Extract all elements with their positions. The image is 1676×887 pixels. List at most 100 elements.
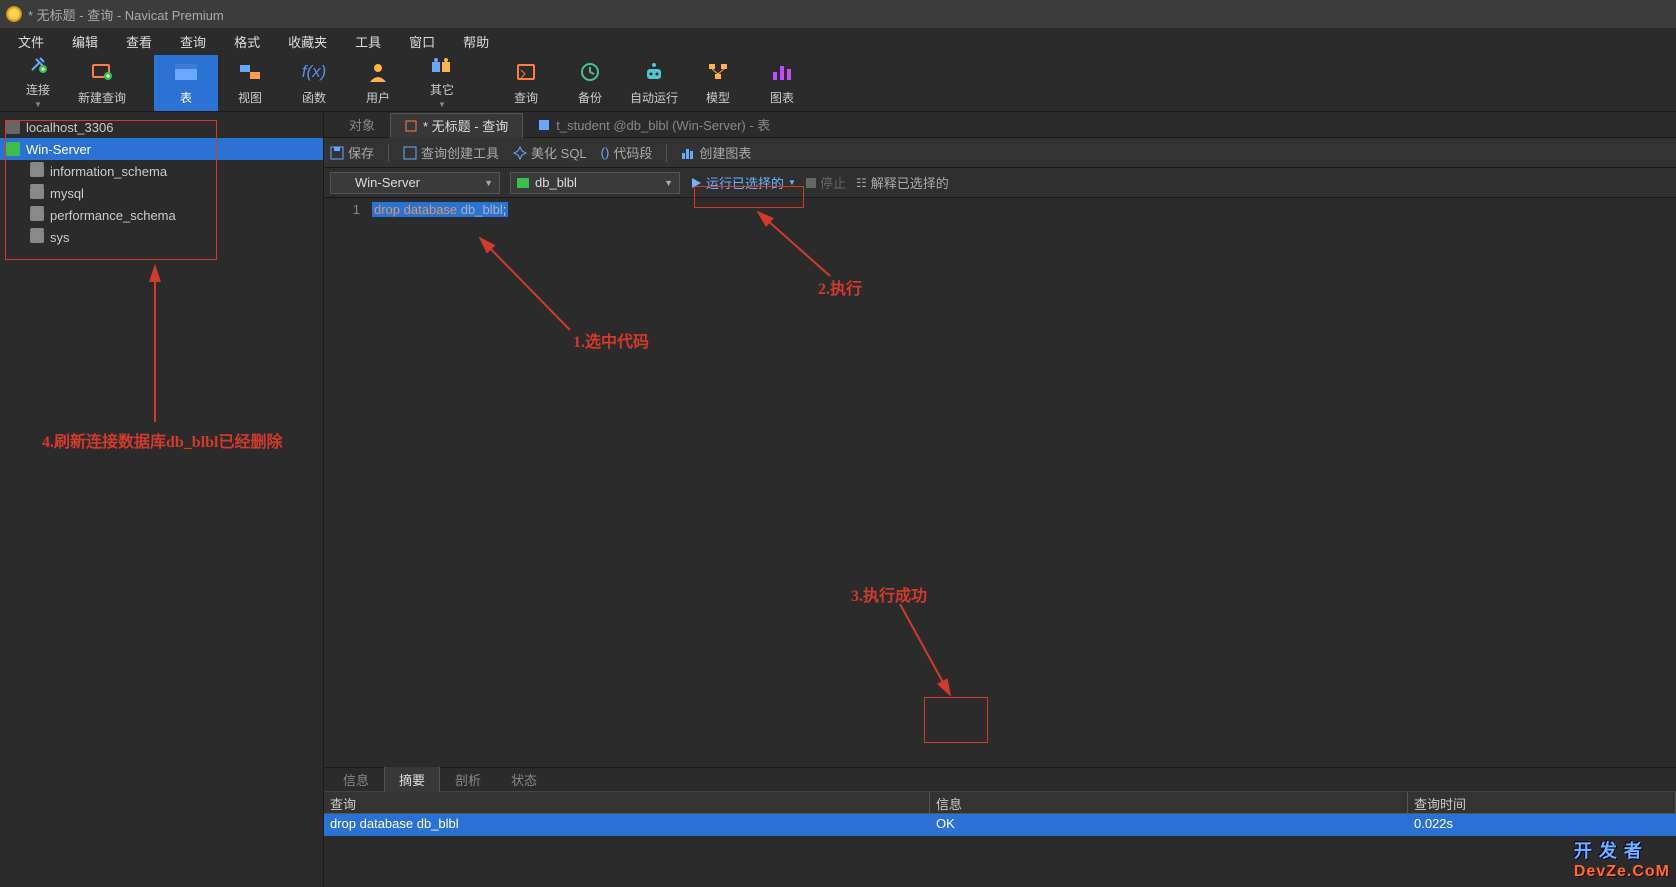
plug-icon (26, 55, 50, 77)
snippet-icon: () (601, 145, 610, 160)
menu-favorites[interactable]: 收藏夹 (274, 28, 341, 55)
new-query-icon (90, 59, 114, 85)
database-icon (30, 209, 44, 221)
connection-winserver[interactable]: Win-Server (0, 138, 323, 160)
model-icon (707, 59, 729, 85)
result-row[interactable]: drop database db_blbl OK 0.022s (324, 814, 1676, 836)
result-grid: 查询 信息 查询时间 drop database db_blbl OK 0.02… (324, 792, 1676, 887)
chart-icon (681, 146, 695, 160)
run-selected-button[interactable]: 运行已选择的 ▼ (690, 173, 796, 192)
cell-query: drop database db_blbl (324, 814, 930, 836)
explain-icon: ☷ (856, 176, 867, 190)
query-builder-button[interactable]: 查询创建工具 (403, 143, 499, 162)
line-gutter: 1 (324, 198, 368, 767)
result-tab-status[interactable]: 状态 (496, 766, 552, 793)
menu-edit[interactable]: 编辑 (58, 28, 112, 55)
menu-help[interactable]: 帮助 (449, 28, 503, 55)
toolbar-new-query[interactable]: 新建查询 (70, 55, 134, 111)
view-icon (238, 59, 262, 85)
col-info[interactable]: 信息 (930, 792, 1408, 813)
toolbar-query[interactable]: 查询 (494, 55, 558, 111)
connection-tree: localhost_3306 Win-Server information_sc… (0, 112, 324, 887)
toolbar-chart[interactable]: 图表 (750, 55, 814, 111)
save-icon (330, 146, 344, 160)
toolbar-function[interactable]: f(x)函数 (282, 55, 346, 111)
document-tabs: 对象 * 无标题 - 查询 t_student @db_blbl (Win-Se… (324, 112, 1676, 138)
main-content: localhost_3306 Win-Server information_sc… (0, 112, 1676, 887)
database-icon (30, 187, 44, 199)
table-tab-icon (538, 119, 550, 131)
query-toolbar: 保存 查询创建工具 美化 SQL ()代码段 创建图表 (324, 138, 1676, 168)
editor-pane: 对象 * 无标题 - 查询 t_student @db_blbl (Win-Se… (324, 112, 1676, 887)
connection-icon (337, 177, 349, 189)
menu-query[interactable]: 查询 (166, 28, 220, 55)
robot-icon (643, 59, 665, 85)
menu-bar: 文件 编辑 查看 查询 格式 收藏夹 工具 窗口 帮助 (0, 28, 1676, 54)
play-icon (690, 177, 702, 189)
tab-table[interactable]: t_student @db_blbl (Win-Server) - 表 (523, 112, 785, 137)
connection-localhost[interactable]: localhost_3306 (0, 116, 323, 138)
result-header: 查询 信息 查询时间 (324, 792, 1676, 814)
tab-query[interactable]: * 无标题 - 查询 (390, 113, 523, 138)
menu-file[interactable]: 文件 (4, 28, 58, 55)
window-title: * 无标题 - 查询 - Navicat Premium (28, 5, 224, 24)
create-chart-button[interactable]: 创建图表 (681, 143, 751, 162)
query-tab-icon (405, 120, 417, 132)
toolbar-backup[interactable]: 备份 (558, 55, 622, 111)
sql-editor[interactable]: 1 drop database db_blbl; (324, 198, 1676, 767)
main-toolbar: 连接▼ 新建查询 表 视图 f(x)函数 用户 其它▼ 查询 备份 自动运行 模… (0, 54, 1676, 112)
toolbar-table[interactable]: 表 (154, 55, 218, 111)
database-icon (30, 231, 44, 243)
database-combo[interactable]: db_blbl ▼ (510, 172, 680, 194)
connection-icon (6, 142, 20, 156)
database-icon (517, 178, 529, 188)
other-icon (430, 55, 454, 77)
beautify-icon (513, 146, 527, 160)
result-tab-profile[interactable]: 剖析 (440, 766, 496, 793)
results-panel: 信息 摘要 剖析 状态 查询 信息 查询时间 drop database db_… (324, 767, 1676, 887)
menu-view[interactable]: 查看 (112, 28, 166, 55)
database-item[interactable]: performance_schema (0, 204, 323, 226)
result-tab-summary[interactable]: 摘要 (384, 766, 440, 793)
toolbar-view[interactable]: 视图 (218, 55, 282, 111)
toolbar-user[interactable]: 用户 (346, 55, 410, 111)
result-tab-info[interactable]: 信息 (328, 766, 384, 793)
database-item[interactable]: information_schema (0, 160, 323, 182)
chart-icon (771, 59, 793, 85)
builder-icon (403, 146, 417, 160)
stop-button[interactable]: 停止 (806, 173, 846, 192)
result-tabs: 信息 摘要 剖析 状态 (324, 768, 1676, 792)
toolbar-other[interactable]: 其它▼ (410, 55, 474, 111)
toolbar-autorun[interactable]: 自动运行 (622, 55, 686, 111)
col-time[interactable]: 查询时间 (1408, 792, 1676, 813)
fx-icon: f(x) (302, 59, 327, 85)
connection-label: Win-Server (26, 142, 91, 157)
explain-selected-button[interactable]: ☷ 解释已选择的 (856, 173, 949, 192)
cell-info: OK (930, 814, 1408, 836)
save-button[interactable]: 保存 (330, 143, 374, 162)
toolbar-model[interactable]: 模型 (686, 55, 750, 111)
chevron-down-icon: ▼ (484, 178, 493, 188)
menu-tools[interactable]: 工具 (341, 28, 395, 55)
toolbar-connect[interactable]: 连接▼ (6, 55, 70, 111)
window-titlebar: * 无标题 - 查询 - Navicat Premium (0, 0, 1676, 28)
code-area[interactable]: drop database db_blbl; (368, 198, 1676, 767)
chevron-down-icon: ▼ (664, 178, 673, 188)
beautify-button[interactable]: 美化 SQL (513, 143, 587, 162)
connection-combo[interactable]: Win-Server ▼ (330, 172, 500, 194)
connection-icon (6, 120, 20, 134)
snippet-button[interactable]: ()代码段 (601, 143, 653, 162)
query-icon (515, 59, 537, 85)
table-icon (173, 59, 199, 85)
database-item[interactable]: sys (0, 226, 323, 248)
database-item[interactable]: mysql (0, 182, 323, 204)
menu-format[interactable]: 格式 (220, 28, 274, 55)
cell-time: 0.022s (1408, 814, 1676, 836)
database-icon (30, 165, 44, 177)
col-query[interactable]: 查询 (324, 792, 930, 813)
tab-objects[interactable]: 对象 (334, 112, 390, 137)
app-icon (6, 6, 22, 22)
menu-window[interactable]: 窗口 (395, 28, 449, 55)
user-icon (368, 59, 388, 85)
backup-icon (580, 59, 600, 85)
